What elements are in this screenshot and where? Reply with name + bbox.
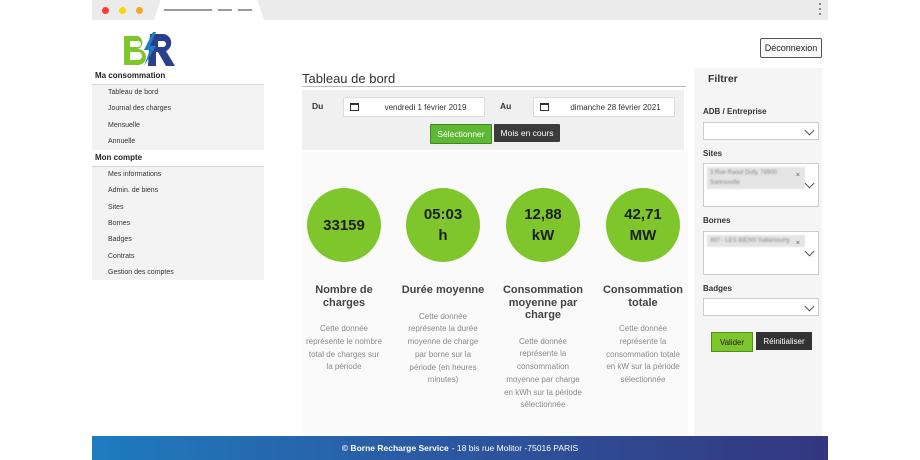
adb-select[interactable] [703,122,819,140]
current-month-button[interactable]: Mois en cours [494,124,560,142]
bornes-selected-tag: 497 - LES BIENS Sallamourty [707,235,805,247]
maximize-dot-icon[interactable] [136,7,143,14]
footer-address: - 18 bis rue Molitor -75016 PARIS [451,443,579,453]
sidebar-item-charge-log[interactable]: Journal des charges [92,101,264,117]
stat-description: Cette donnée représente la consommation … [606,324,680,385]
close-dot-icon[interactable] [102,7,109,14]
stat-title: Nombre de charges [315,284,373,309]
from-date-field[interactable]: vendredi 1 février 2019 [343,97,485,117]
footer-brand: © Borne Recharge Service [341,443,449,453]
filter-title: Filtrer [708,73,738,85]
sidebar-item-sites[interactable]: Sites [92,200,264,216]
stat-unit: kW [531,227,555,244]
stat-circle: 12,88 kW [506,188,580,262]
reset-filters-button[interactable]: Réinitialiser [756,332,812,350]
sidebar-item-badges[interactable]: Badges [92,232,264,248]
stat-title: Durée moyenne [401,284,485,296]
remove-tag-icon[interactable]: × [796,172,800,179]
stat-description: Cette donnée représente le nombre total … [305,324,383,372]
minimize-dot-icon[interactable] [119,7,126,14]
badges-label: Badges [703,284,732,293]
chevron-down-icon [804,125,815,136]
apply-filters-button[interactable]: Valider [711,332,753,352]
from-date-value: vendredi 1 février 2019 [384,102,467,112]
calendar-icon [350,103,359,111]
to-date-field[interactable]: dimanche 28 février 2021 [533,97,675,117]
stat-value: 12,88 [524,206,562,223]
stat-circle: 42,71 MW [606,188,680,262]
adb-label: ADB / Entreprise [703,107,767,116]
sites-label: Sites [703,149,723,158]
remove-tag-icon[interactable]: × [796,240,800,247]
sidebar-section-account: Mon compte [92,150,264,168]
sidebar-item-contracts[interactable]: Contrats [92,249,264,265]
chevron-down-icon [804,246,815,257]
chevron-down-icon [804,178,815,189]
stat-value: 05:03 [423,206,463,223]
brand-logo[interactable] [120,30,180,68]
from-label: Du [312,101,324,111]
bornes-select[interactable]: 497 - LES BIENS Sallamourty × [703,231,819,275]
app-window: Déconnexion Ma consommation Tableau de b… [92,0,828,460]
stat-card-avg-consumption: 12,88 kW Consommation moyenne par charge… [498,188,588,412]
sites-select[interactable]: 3 Rue Raoul Dufy, 78500 Sartrouville × [703,163,819,207]
stat-unit: h [438,227,448,244]
chevron-down-icon [804,301,815,312]
sites-selected-tag: 3 Rue Raoul Dufy, 78500 Sartrouville [707,167,805,189]
calendar-icon [540,103,549,111]
sidebar-item-property-admin[interactable]: Admin. de biens [92,183,264,199]
tab-title-placeholder [238,9,252,11]
tab-title-placeholder [164,9,212,11]
sidebar-item-annual[interactable]: Annuelle [92,134,264,150]
stat-card-total-consumption: 42,71 MW Consommation totale Cette donné… [598,188,688,387]
page-title: Tableau de bord [302,71,396,86]
browser-toolbar [92,0,828,20]
sidebar-item-bornes[interactable]: Bornes [92,216,264,232]
sidebar-item-monthly[interactable]: Mensuelle [92,118,264,134]
page-footer: © Borne Recharge Service - 18 bis rue Mo… [92,436,828,460]
to-label: Au [500,101,512,111]
sidebar-item-dashboard[interactable]: Tableau de bord [92,85,264,101]
stat-description: Cette donnée représente la durée moyenne… [407,311,479,385]
tab-title-placeholder [218,9,232,11]
filter-sidebar: Filtrer ADB / Entreprise Sites 3 Rue Rao… [694,68,822,436]
stat-description: Cette donnée représente la consommation … [504,336,582,410]
select-button[interactable]: Sélectionner [430,124,492,144]
to-date-value: dimanche 28 février 2021 [570,102,661,112]
sidebar-item-my-info[interactable]: Mes informations [92,167,264,183]
date-filter-panel: Du vendredi 1 février 2019 Au dimanche 2… [302,90,684,150]
sidebar-nav: Ma consommation Tableau de bord Journal … [92,68,264,280]
sidebar-section-consumption: Ma consommation [92,68,264,85]
title-divider [302,86,686,87]
badges-select[interactable] [703,298,819,316]
stat-value: 33159 [323,216,365,234]
stat-value: 42,71 [624,206,662,223]
stat-circle: 33159 [307,188,381,262]
stat-title: Consommation moyenne par charge [502,284,584,321]
stat-unit: MW [629,227,657,244]
stat-card-duration: 05:03 h Durée moyenne Cette donnée repré… [398,188,488,387]
bornes-label: Bornes [703,216,731,225]
logout-button[interactable]: Déconnexion [760,38,822,58]
stat-title: Consommation totale [602,284,684,309]
sidebar-item-account-management[interactable]: Gestion des comptes [92,265,264,281]
stat-circle: 05:03 h [406,188,480,262]
browser-menu-icon[interactable] [819,3,822,18]
stat-card-charges: 33159 Nombre de charges Cette donnée rep… [299,188,389,374]
